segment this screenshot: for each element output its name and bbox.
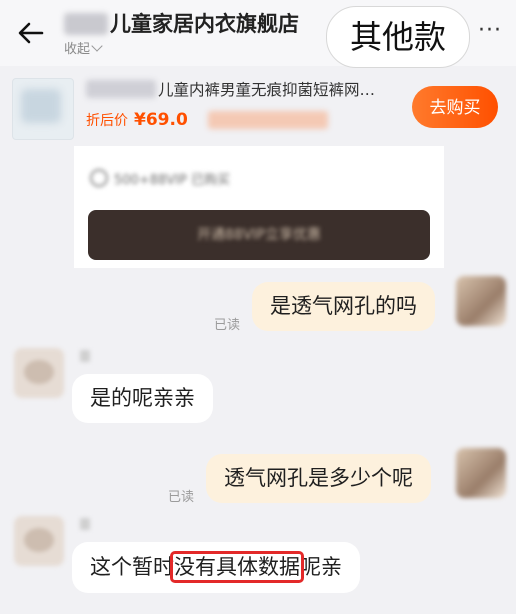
shop-name-redacted <box>64 13 108 35</box>
other-styles-label: 其他款 <box>326 6 470 68</box>
my-avatar[interactable] <box>456 276 506 326</box>
message-bubble-me: 是透气网孔的吗 <box>252 282 435 331</box>
product-brand-redacted <box>86 80 156 98</box>
read-status: 已读 <box>214 318 241 333</box>
shop-sender-name-redacted <box>80 350 90 362</box>
message-bubble-shop: 这个暂时没有具体数据呢亲 <box>72 542 360 593</box>
price-extra-redacted <box>207 111 328 129</box>
message-text-part: 这个暂时 <box>90 555 174 579</box>
chat-header: 儿童家居内衣旗舰店 收起 其他款 ··· <box>0 0 516 68</box>
read-status: 已读 <box>168 490 195 505</box>
thumbs-up-icon <box>90 169 108 187</box>
highlighted-phrase: 没有具体数据 <box>170 551 304 583</box>
back-arrow-icon[interactable] <box>14 16 48 50</box>
shop-name[interactable]: 儿童家居内衣旗舰店 <box>110 8 299 38</box>
my-avatar[interactable] <box>456 448 506 498</box>
product-title: 儿童内裤男童无痕抑菌短裤网… <box>158 81 376 99</box>
promo-button-label: 开通88VIP立享优惠 <box>197 227 321 243</box>
shop-avatar[interactable] <box>14 516 64 566</box>
collapse-label: 收起 <box>64 42 91 57</box>
product-price: ¥69.0 <box>134 110 188 130</box>
go-buy-button[interactable]: 去购买 <box>412 86 498 128</box>
more-options-icon[interactable]: ··· <box>478 18 502 43</box>
collapse-toggle[interactable]: 收起 <box>64 38 103 57</box>
product-bar[interactable]: 儿童内裤男童无痕抑菌短裤网… 折后价 ¥69.0 去购买 <box>0 72 516 144</box>
price-label: 折后价 <box>86 113 128 129</box>
message-bubble-shop: 是的呢亲亲 <box>72 374 213 423</box>
price-row: 折后价 ¥69.0 <box>86 110 328 130</box>
promo-bought-row: 500+88VIP 已购买 <box>90 168 290 188</box>
promo-bought-text: 500+88VIP 已购买 <box>114 172 230 188</box>
promo-open-vip-button[interactable]: 开通88VIP立享优惠 <box>88 210 430 260</box>
message-text-part: 呢亲 <box>300 555 342 579</box>
message-bubble-me: 透气网孔是多少个呢 <box>206 454 431 503</box>
promo-card: 500+88VIP 已购买 开通88VIP立享优惠 <box>74 146 444 268</box>
shop-avatar[interactable] <box>14 348 64 398</box>
shop-sender-name-redacted <box>80 518 90 530</box>
product-thumbnail[interactable] <box>12 78 74 140</box>
chevron-down-icon <box>91 39 103 52</box>
